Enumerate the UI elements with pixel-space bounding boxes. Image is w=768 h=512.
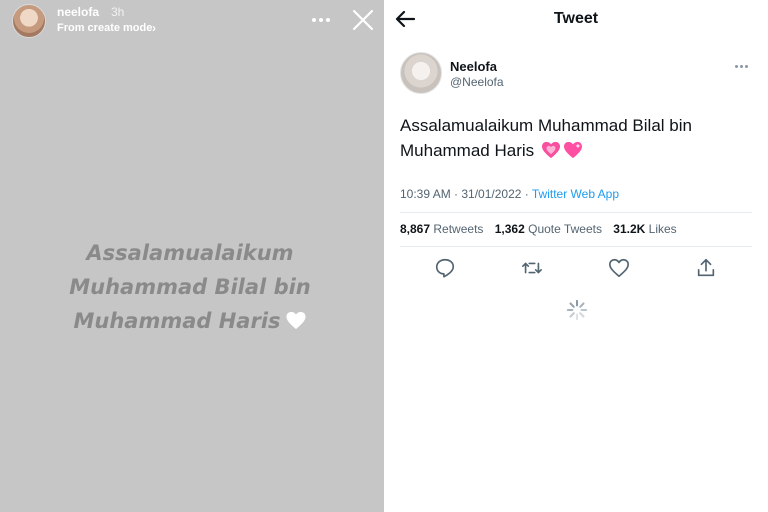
tweet-stats: 8,867 Retweets 1,362 Quote Tweets 31.2K … xyxy=(400,222,677,236)
story-panel: neelofa 3h From create mode › Assalamual… xyxy=(0,0,384,512)
author-avatar[interactable] xyxy=(400,52,442,94)
tweet-time: 10:39 AM · 31/01/2022 · xyxy=(400,187,532,201)
likes-label[interactable]: Likes xyxy=(649,222,677,236)
retweets-label[interactable]: Retweets xyxy=(433,222,483,236)
story-mode-link[interactable]: From create mode xyxy=(57,22,152,34)
author-handle[interactable]: @Neelofa xyxy=(450,75,504,89)
tweet-source-link[interactable]: Twitter Web App xyxy=(532,187,619,201)
story-caption: Assalamualaikum Muhammad Bilal bin Muham… xyxy=(30,236,350,338)
reply-icon[interactable] xyxy=(434,257,456,279)
author-name[interactable]: Neelofa xyxy=(450,59,497,74)
loading-spinner-icon xyxy=(566,299,588,321)
tweet-panel: Tweet Neelofa @Neelofa Assalamualaikum M… xyxy=(384,0,768,512)
chevron-right-icon[interactable]: › xyxy=(152,21,156,35)
likes-count[interactable]: 31.2K xyxy=(613,222,645,236)
page-title: Tweet xyxy=(553,10,599,27)
story-caption-text: Assalamualaikum Muhammad Bilal bin Muham… xyxy=(69,241,311,333)
pink-heart-emoji xyxy=(541,141,560,159)
tweet-text: Assalamualaikum Muhammad Bilal bin Muham… xyxy=(400,113,750,163)
share-icon[interactable] xyxy=(695,257,717,279)
divider xyxy=(400,212,752,213)
sparkling-heart-emoji xyxy=(563,141,582,159)
story-header: neelofa 3h From create mode › xyxy=(0,0,384,44)
story-avatar[interactable] xyxy=(12,4,46,38)
quote-tweets-label[interactable]: Quote Tweets xyxy=(528,222,602,236)
retweet-icon[interactable] xyxy=(521,257,543,279)
like-icon[interactable] xyxy=(608,257,630,279)
story-time-ago: 3h xyxy=(111,5,125,19)
retweets-count[interactable]: 8,867 xyxy=(400,222,430,236)
divider xyxy=(400,246,752,247)
tweet-timestamp: 10:39 AM · 31/01/2022 · Twitter Web App xyxy=(400,187,619,201)
quote-tweets-count[interactable]: 1,362 xyxy=(495,222,525,236)
white-heart-emoji xyxy=(286,311,306,330)
close-icon[interactable] xyxy=(351,8,375,32)
more-horizontal-icon[interactable] xyxy=(311,11,331,27)
story-username[interactable]: neelofa xyxy=(57,5,99,19)
more-options-icon[interactable] xyxy=(734,64,750,70)
